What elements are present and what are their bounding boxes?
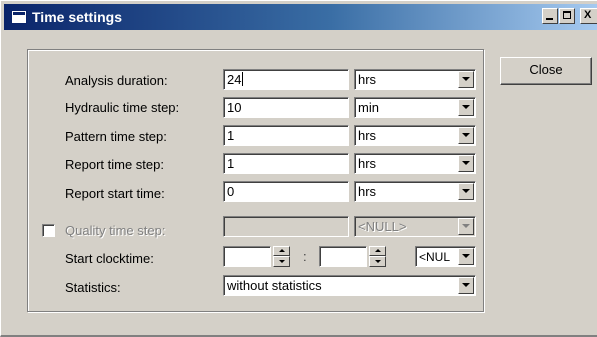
- spin-up-icon: [375, 249, 381, 252]
- dropdown-button[interactable]: [458, 277, 474, 294]
- report-start-time-label: Report start time:: [65, 186, 165, 201]
- hydraulic-time-step-label: Hydraulic time step:: [65, 100, 180, 115]
- chevron-down-icon: [462, 189, 470, 193]
- chevron-down-icon: [462, 224, 470, 228]
- spin-up-icon: [279, 249, 285, 252]
- close-button[interactable]: Close: [500, 57, 592, 85]
- chevron-down-icon: [462, 254, 470, 258]
- dropdown-button[interactable]: [458, 71, 474, 88]
- hours-spin-up-button[interactable]: [273, 246, 290, 256]
- quality-time-step-unit-select: <NULL>: [354, 216, 476, 237]
- statistics-label: Statistics:: [65, 280, 121, 295]
- pattern-time-step-input[interactable]: 1: [223, 125, 349, 146]
- pattern-time-step-label: Pattern time step:: [65, 129, 167, 144]
- dropdown-button[interactable]: [458, 155, 474, 172]
- spin-down-icon: [375, 260, 381, 263]
- close-window-button[interactable]: X: [580, 8, 597, 24]
- start-clocktime-ampm-value: <NUL: [419, 250, 451, 264]
- dropdown-button[interactable]: [458, 127, 474, 144]
- hydraulic-time-step-input[interactable]: 10: [223, 97, 349, 118]
- analysis-duration-value: 24: [227, 72, 242, 87]
- time-settings-window: Time settings X Analysis duration: 24 hr…: [0, 0, 597, 337]
- chevron-down-icon: [462, 105, 470, 109]
- statistics-select[interactable]: without statistics: [223, 275, 476, 296]
- minutes-spin-up-button[interactable]: [369, 246, 386, 256]
- quality-time-step-input: [223, 216, 349, 237]
- minutes-spinner[interactable]: [369, 246, 386, 267]
- report-start-time-unit: hrs: [358, 184, 377, 199]
- dropdown-button[interactable]: [458, 248, 474, 265]
- hydraulic-time-step-unit-select[interactable]: min: [354, 97, 476, 118]
- maximize-icon: [563, 11, 571, 19]
- dropdown-button[interactable]: [458, 99, 474, 116]
- quality-time-step-checkbox[interactable]: [42, 224, 55, 237]
- title-bar[interactable]: Time settings X: [4, 4, 597, 30]
- analysis-duration-input[interactable]: 24: [223, 69, 349, 90]
- window-title: Time settings: [32, 9, 122, 25]
- dropdown-button[interactable]: [458, 183, 474, 200]
- report-time-step-label: Report time step:: [65, 157, 164, 172]
- hydraulic-time-step-unit: min: [358, 100, 379, 115]
- start-clocktime-label: Start clocktime:: [65, 251, 154, 266]
- quality-time-step-label: Quality time step:: [65, 223, 166, 238]
- report-time-step-unit-select[interactable]: hrs: [354, 153, 476, 174]
- start-clocktime-minutes-input[interactable]: [319, 246, 367, 267]
- spin-down-icon: [279, 260, 285, 263]
- report-start-time-unit-select[interactable]: hrs: [354, 181, 476, 202]
- hours-spin-down-button[interactable]: [273, 256, 290, 267]
- analysis-duration-unit-select[interactable]: hrs: [354, 69, 476, 90]
- dropdown-button: [458, 218, 474, 235]
- minutes-spin-down-button[interactable]: [369, 256, 386, 267]
- chevron-down-icon: [462, 283, 470, 287]
- report-time-step-input[interactable]: 1: [223, 153, 349, 174]
- start-clocktime-ampm-select[interactable]: <NUL: [415, 246, 476, 267]
- chevron-down-icon: [462, 133, 470, 137]
- statistics-value: without statistics: [227, 278, 322, 293]
- window-icon: [11, 10, 27, 24]
- start-clocktime-hours-input[interactable]: [223, 246, 271, 267]
- report-start-time-input[interactable]: 0: [223, 181, 349, 202]
- text-cursor: [242, 72, 244, 86]
- chevron-down-icon: [462, 77, 470, 81]
- report-time-step-unit: hrs: [358, 156, 377, 171]
- quality-time-step-unit: <NULL>: [358, 219, 407, 234]
- hours-spinner[interactable]: [273, 246, 290, 267]
- maximize-button[interactable]: [559, 8, 575, 24]
- time-separator: :: [303, 249, 307, 264]
- pattern-time-step-unit: hrs: [358, 128, 377, 143]
- analysis-duration-unit: hrs: [358, 72, 377, 87]
- minimize-button[interactable]: [542, 8, 558, 24]
- minimize-icon: [546, 18, 553, 20]
- analysis-duration-label: Analysis duration:: [65, 73, 168, 88]
- pattern-time-step-unit-select[interactable]: hrs: [354, 125, 476, 146]
- chevron-down-icon: [462, 161, 470, 165]
